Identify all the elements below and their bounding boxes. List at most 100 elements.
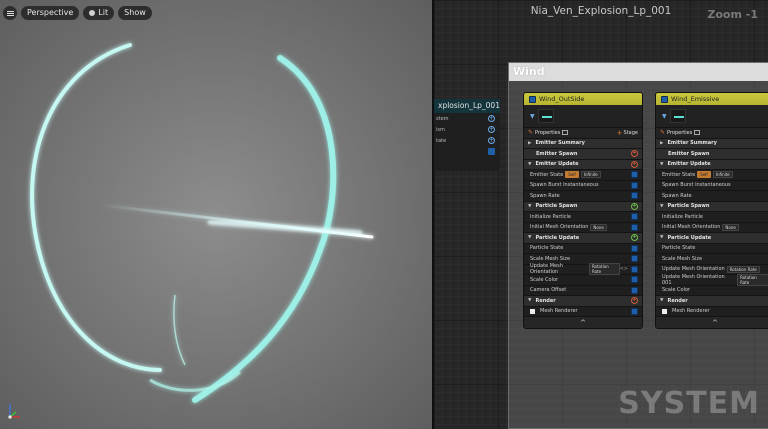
- add-pin-icon[interactable]: +: [488, 126, 495, 133]
- collapse-icon: ▼: [528, 235, 532, 241]
- system-node-title: xplosion_Lp_001: [434, 99, 500, 113]
- scale-color-row[interactable]: Scale Color: [524, 274, 642, 285]
- emitter-card-wind-outside[interactable]: Wind_OutSide ▼ ✎ Properties + Stage ▶ Emitt…: [523, 92, 643, 329]
- emitter-state-row[interactable]: Emitter State Self Infinite: [524, 169, 642, 180]
- spawn-rate-row[interactable]: Spawn Rate: [524, 190, 642, 201]
- module-enabled-checkbox[interactable]: [631, 286, 638, 294]
- initial-mesh-orientation-row[interactable]: Initial Mesh Orientation None: [524, 221, 642, 232]
- scale-mesh-size-row[interactable]: Scale Mesh Size: [524, 253, 642, 264]
- lit-label: Lit: [98, 8, 109, 17]
- perspective-label: Perspective: [27, 8, 74, 17]
- add-stage-button[interactable]: + Stage: [617, 129, 638, 137]
- emitter-name: Wind_Emissive: [671, 95, 720, 103]
- update-mesh-orientation-001-row[interactable]: Update Mesh Orientation 001 Rotation Rate: [656, 273, 768, 286]
- scale-color-row[interactable]: Scale Color: [656, 284, 768, 295]
- scale-mesh-size-row[interactable]: Scale Mesh Size: [656, 253, 768, 264]
- module-enabled-checkbox[interactable]: [631, 213, 638, 221]
- add-renderer-icon[interactable]: +: [631, 297, 638, 305]
- module-enabled-checkbox[interactable]: [631, 255, 638, 263]
- module-enabled-checkbox[interactable]: [631, 223, 638, 231]
- emitter-card-wind-emissive[interactable]: Wind_Emissive ▼ ✎ Properties ▶ Emitter Sum…: [655, 92, 768, 329]
- camera-offset-row[interactable]: Camera Offset: [524, 284, 642, 295]
- module-enabled-checkbox[interactable]: [631, 265, 638, 273]
- lit-button[interactable]: Lit: [83, 6, 115, 20]
- perspective-button[interactable]: Perspective: [21, 6, 80, 20]
- add-pin-icon[interactable]: +: [488, 137, 495, 144]
- emitter-thumbnail-row: ▼: [524, 105, 642, 127]
- update-mesh-orientation-row[interactable]: Update Mesh Orientation Rotation Rate <>: [524, 263, 642, 276]
- emitter-state-row[interactable]: Emitter State Self Infinite: [656, 169, 768, 180]
- render-row[interactable]: ▼ Render: [656, 295, 768, 306]
- preview-viewport[interactable]: Perspective Lit Show: [0, 0, 432, 429]
- emitter-spawn-row[interactable]: Emitter Spawn +: [524, 148, 642, 159]
- particle-update-row[interactable]: ▼ Particle Update +: [524, 232, 642, 243]
- module-enabled-checkbox[interactable]: [631, 244, 638, 252]
- add-module-icon[interactable]: +: [631, 150, 638, 158]
- module-enabled-checkbox[interactable]: [631, 276, 638, 284]
- emitter-header[interactable]: Wind_Emissive: [656, 93, 768, 105]
- mesh-renderer-row[interactable]: Mesh Renderer: [524, 305, 642, 316]
- system-watermark: SYSTEM: [618, 386, 760, 421]
- add-module-icon[interactable]: +: [631, 160, 638, 168]
- collapse-emitter-button[interactable]: ^: [656, 316, 768, 328]
- particle-update-row[interactable]: ▼ Particle Update: [656, 232, 768, 243]
- spawn-rate-row[interactable]: Spawn Rate: [656, 190, 768, 201]
- add-module-icon[interactable]: +: [631, 234, 638, 242]
- spawn-burst-row[interactable]: Spawn Burst Instantaneous: [524, 179, 642, 190]
- render-row[interactable]: ▼ Render +: [524, 295, 642, 306]
- expand-icon: ▶: [660, 140, 664, 146]
- properties-row[interactable]: ✎ Properties: [656, 127, 768, 138]
- infinite-chip: Infinite: [712, 171, 733, 179]
- infinite-chip: Infinite: [580, 171, 601, 179]
- emitter-enabled-checkbox[interactable]: [529, 95, 536, 103]
- emitter-header[interactable]: Wind_OutSide: [524, 93, 642, 105]
- initialize-particle-row[interactable]: Initialize Particle: [656, 211, 768, 222]
- show-button[interactable]: Show: [118, 6, 152, 20]
- collapse-icon: ▼: [660, 298, 664, 304]
- viewport-menu-button[interactable]: [3, 6, 17, 20]
- system-node[interactable]: xplosion_Lp_001 stem + ism + tate +: [434, 99, 500, 171]
- emitter-summary-row[interactable]: ▶ Emitter Summary: [524, 137, 642, 148]
- module-enabled-checkbox[interactable]: [631, 192, 638, 200]
- mesh-renderer-icon: [530, 308, 535, 314]
- module-enabled-checkbox[interactable]: [631, 181, 638, 189]
- module-enabled-checkbox[interactable]: [631, 307, 638, 315]
- particle-spawn-row[interactable]: ▼ Particle Spawn: [656, 200, 768, 211]
- emitter-enabled-checkbox[interactable]: [661, 95, 668, 103]
- emitter-spawn-row[interactable]: Emitter Spawn: [656, 148, 768, 159]
- emitter-summary-row[interactable]: ▶ Emitter Summary: [656, 137, 768, 148]
- none-chip: None: [722, 223, 739, 231]
- system-graph-panel[interactable]: Nia_Ven_Explosion_Lp_001 Zoom -1 xplosio…: [434, 0, 768, 429]
- system-node-row: ism +: [436, 125, 495, 133]
- system-node-row: [434, 146, 500, 157]
- particle-spawn-row[interactable]: ▼ Particle Spawn +: [524, 200, 642, 211]
- properties-row[interactable]: ✎ Properties + Stage: [524, 127, 642, 138]
- particle-state-row[interactable]: Particle State: [524, 242, 642, 253]
- initial-mesh-orientation-row[interactable]: Initial Mesh Orientation None: [656, 221, 768, 232]
- toggle-icon: [694, 130, 701, 136]
- self-chip: Self: [565, 171, 579, 179]
- add-pin-icon[interactable]: +: [488, 115, 495, 122]
- add-module-icon[interactable]: +: [631, 202, 638, 210]
- lit-sphere-icon: [89, 10, 96, 16]
- collapse-emitter-button[interactable]: ^: [524, 316, 642, 328]
- central-streak-secondary: [207, 219, 363, 236]
- emitter-thumbnail: [669, 109, 686, 123]
- rotation-rate-chip: Rotation Rate: [737, 273, 768, 286]
- wind-explosion-effect: [30, 43, 374, 403]
- viewport-toolbar: Perspective Lit Show: [3, 6, 152, 20]
- toggle-icon: [562, 130, 569, 136]
- emitter-update-row[interactable]: ▼ Emitter Update +: [524, 158, 642, 169]
- emitter-update-row[interactable]: ▼ Emitter Update: [656, 158, 768, 169]
- emitter-thumbnail-row: ▼: [656, 105, 768, 127]
- emitter-thumbnail: [537, 109, 554, 123]
- mesh-renderer-row[interactable]: Mesh Renderer: [656, 305, 768, 316]
- collapse-icon: ▼: [660, 235, 664, 241]
- module-enabled-checkbox[interactable]: [631, 171, 638, 179]
- spawn-burst-row[interactable]: Spawn Burst Instantaneous: [656, 179, 768, 190]
- update-mesh-orientation-row[interactable]: Update Mesh Orientation Rotation Rate: [656, 263, 768, 274]
- mesh-renderer-icon: [662, 308, 667, 314]
- initialize-particle-row[interactable]: Initialize Particle: [524, 211, 642, 222]
- particle-state-row[interactable]: Particle State: [656, 242, 768, 253]
- enabled-checkbox[interactable]: [488, 148, 495, 155]
